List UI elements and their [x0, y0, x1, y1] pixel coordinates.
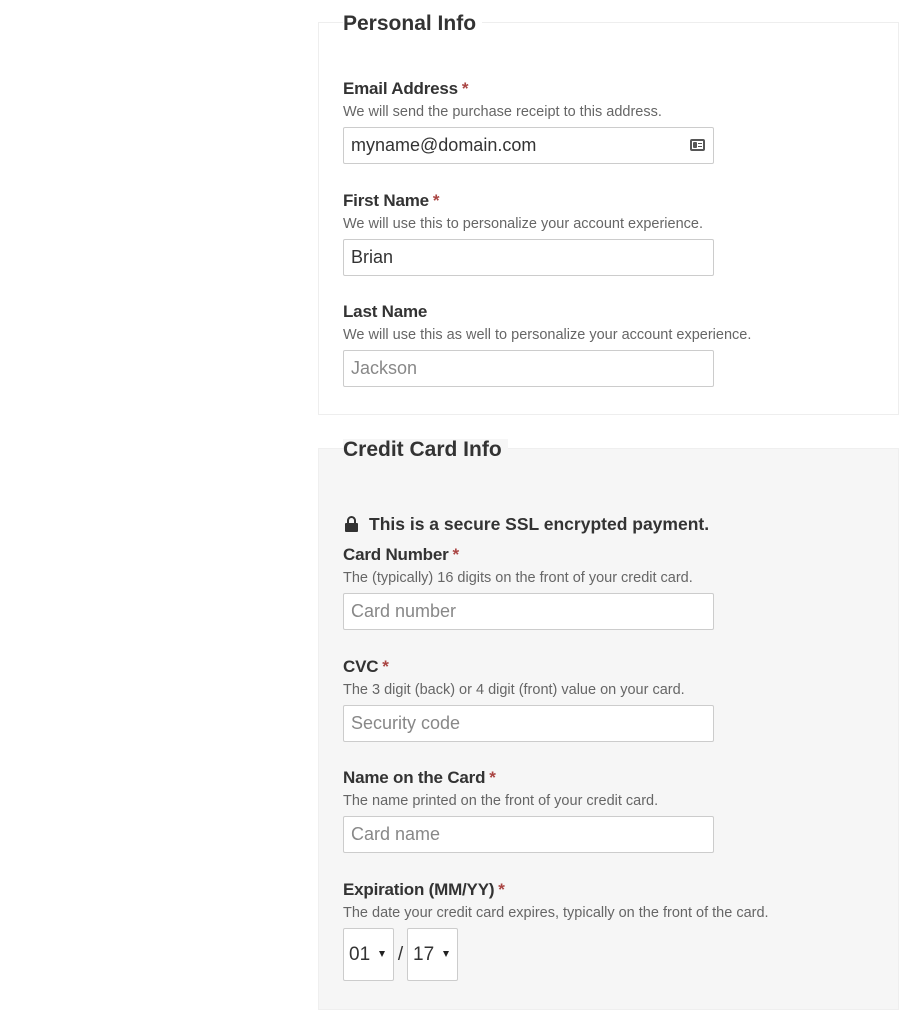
card-name-description: The name printed on the front of your cr… [343, 793, 659, 809]
last-name-description: We will use this as well to personalize … [343, 327, 752, 343]
card-number-label: Card Number * [343, 545, 460, 564]
dropdown-arrow-icon [379, 951, 385, 957]
secure-payment-note: This is a secure SSL encrypted payment. [345, 514, 709, 534]
expiration-month-select[interactable]: 01 [343, 928, 394, 981]
required-star: * [498, 880, 505, 899]
card-number-field-group: Card Number * The (typically) 16 digits o… [343, 545, 803, 630]
card-name-placeholder: Card name [351, 824, 441, 844]
first-name-input-value: Brian [351, 247, 394, 267]
expiration-year-value: 17 [413, 944, 435, 965]
first-name-input[interactable]: Brian [343, 239, 714, 276]
cvc-placeholder: Security code [351, 713, 461, 733]
expiration-row: 01 / 17 [343, 928, 803, 981]
required-star: * [452, 545, 460, 564]
email-label: Email Address * [343, 79, 469, 98]
email-input[interactable]: myname@domain.com [343, 127, 714, 164]
expiration-field-group: Expiration (MM/YY) * The date your credit… [343, 880, 803, 981]
card-number-description: The (typically) 16 digits on the front o… [343, 570, 693, 586]
required-star: * [461, 79, 469, 98]
required-star: * [382, 657, 389, 676]
cvc-field-group: CVC * The 3 digit (back) or 4 digit (fron… [343, 657, 803, 742]
card-name-label: Name on the Card * [343, 768, 496, 787]
first-name-label: First Name * [343, 191, 440, 210]
card-name-field-group: Name on the Card * The name printed on th… [343, 768, 803, 853]
card-number-input[interactable]: Card number [343, 593, 714, 630]
cvc-description: The 3 digit (back) or 4 digit (front) va… [343, 682, 685, 698]
email-description: We will send the purchase receipt to thi… [343, 104, 662, 120]
expiration-label: Expiration (MM/YY) * [343, 880, 505, 899]
cvc-label: CVC * [343, 657, 389, 676]
first-name-field-group: First Name * We will use this to personal… [343, 191, 803, 276]
last-name-label: Last Name [343, 302, 428, 321]
email-input-value: myname@domain.com [351, 135, 537, 155]
expiration-year-select[interactable]: 17 [407, 928, 458, 981]
lock-icon [345, 516, 358, 532]
card-number-placeholder: Card number [351, 601, 457, 621]
personal-info-legend: Personal Info [343, 13, 483, 34]
expiration-month-value: 01 [349, 944, 371, 965]
secure-payment-text: This is a secure SSL encrypted payment. [369, 514, 710, 534]
expiration-separator: / [397, 943, 404, 965]
contact-card-icon[interactable] [690, 139, 705, 151]
last-name-field-group: Last Name We will use this as well to pe… [343, 302, 803, 387]
expiration-description: The date your credit card expires, typic… [343, 905, 769, 921]
card-name-input[interactable]: Card name [343, 816, 714, 853]
dropdown-arrow-icon [443, 951, 449, 957]
credit-card-info-legend: Credit Card Info [343, 439, 508, 460]
required-star: * [432, 191, 440, 210]
last-name-input[interactable]: Jackson [343, 350, 714, 387]
cvc-input[interactable]: Security code [343, 705, 714, 742]
required-star: * [489, 768, 496, 787]
first-name-description: We will use this to personalize your acc… [343, 216, 704, 232]
last-name-placeholder: Jackson [351, 358, 418, 378]
email-field-group: Email Address * We will send the purchase… [343, 79, 803, 164]
